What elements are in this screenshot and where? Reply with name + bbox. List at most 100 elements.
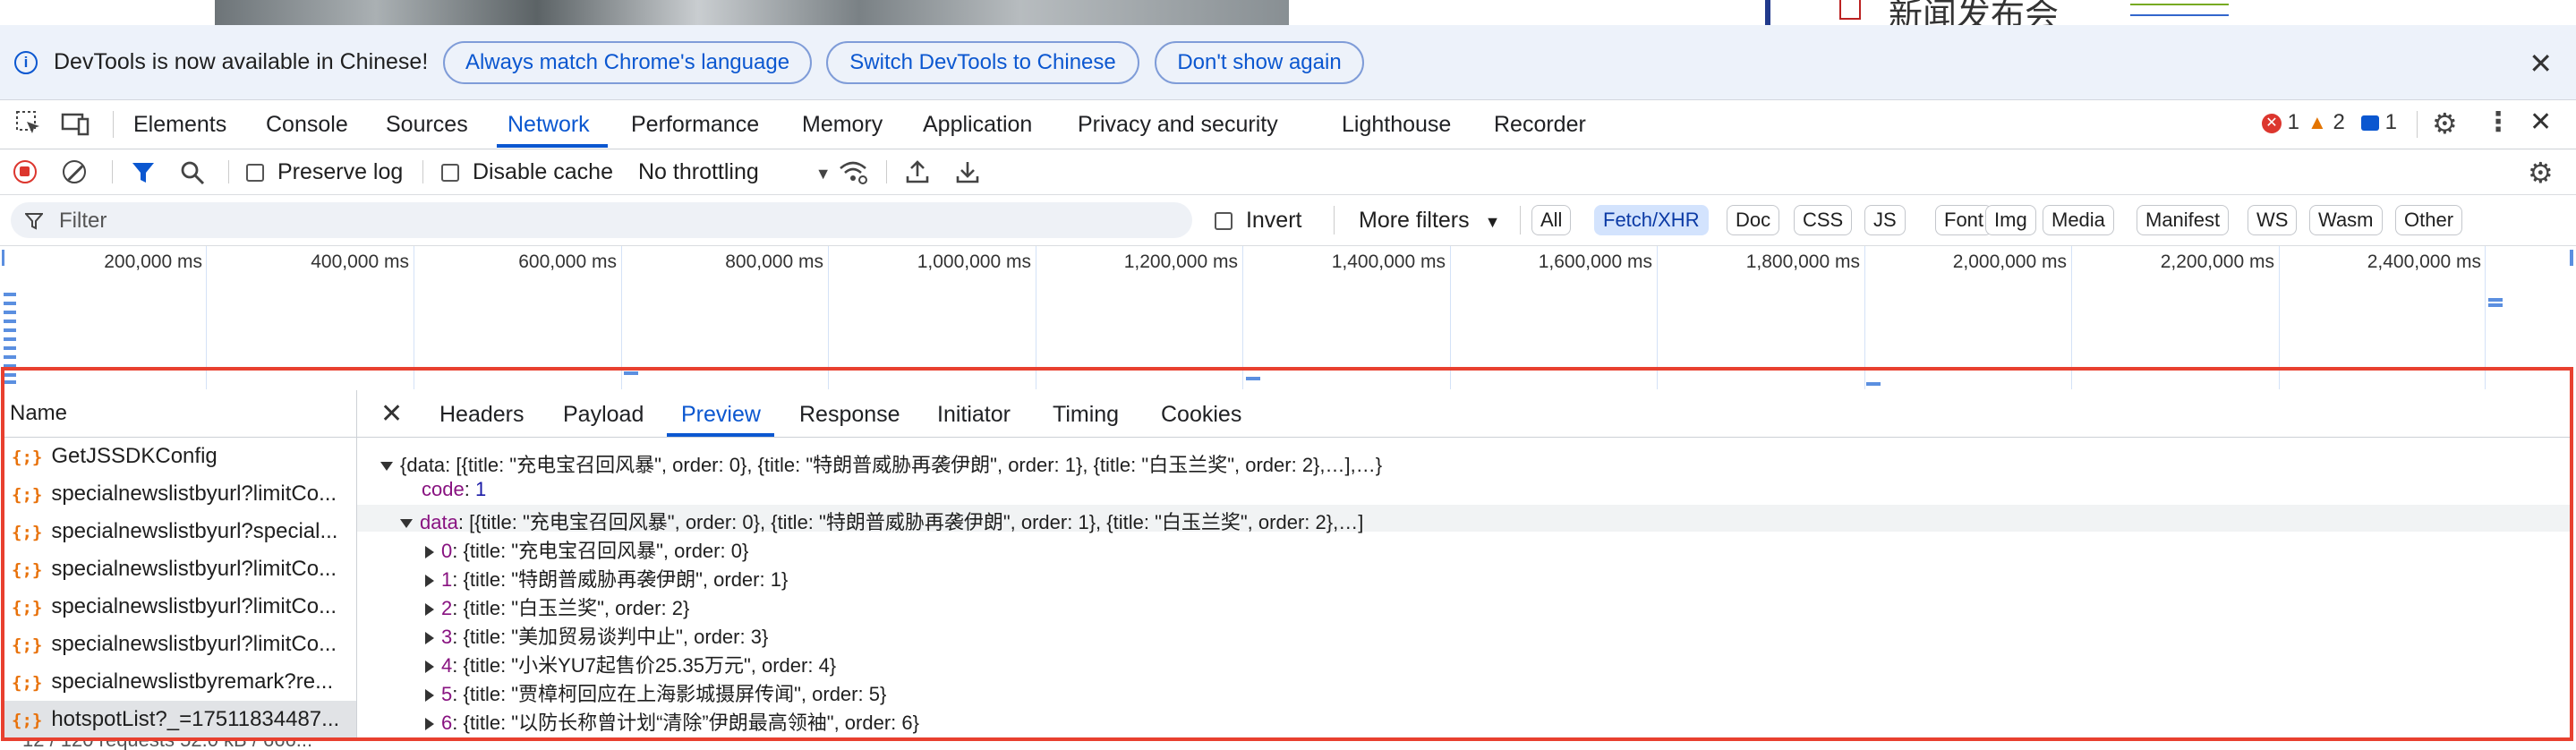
type-chip-wasm[interactable]: Wasm [2309,205,2383,235]
inspect-element-icon[interactable] [14,109,43,138]
tab-network[interactable]: Network [508,112,590,138]
type-chip-manifest[interactable]: Manifest [2137,205,2230,235]
tab-cookies[interactable]: Cookies [1161,402,1241,428]
tab-timing[interactable]: Timing [1053,402,1119,428]
tab-application[interactable]: Application [923,112,1032,138]
expand-triangle-icon[interactable] [425,575,434,588]
tab-memory[interactable]: Memory [802,112,883,138]
expand-triangle-icon[interactable] [425,718,434,731]
json-root[interactable]: {data: [{title: "充电宝召回风暴", order: 0}, {t… [380,449,1382,478]
timeline-tick: 1,000,000 ms [917,251,1031,272]
filter-funnel-icon[interactable] [131,160,156,185]
json-array-item[interactable]: 4: {title: "小米YU7起售价25.35万元", order: 4} [425,650,836,678]
tab-lighthouse[interactable]: Lighthouse [1342,112,1451,138]
type-chip-media[interactable]: Media [2043,205,2114,235]
xhr-icon: {;} [12,560,43,580]
expand-triangle-icon[interactable] [425,632,434,645]
record-stop-icon[interactable] [13,160,37,183]
json-array-item[interactable]: 5: {title: "贾樟柯回应在上海影城摄屏传闻", order: 5} [425,678,886,707]
type-chip-font[interactable]: Font [1935,205,1993,235]
collapse-triangle-icon[interactable] [400,519,413,529]
tab-headers[interactable]: Headers [439,402,525,428]
request-row[interactable]: {;} specialnewslistbyurl?limitCo... [4,475,356,513]
more-filters-dropdown[interactable]: More filters ▼ [1359,208,1500,234]
device-toolbar-icon[interactable] [61,109,90,138]
warning-counter[interactable]: ▲ 2 [2307,110,2345,135]
request-row[interactable]: {;} specialnewslistbyremark?re... [4,663,356,701]
type-chip-all[interactable]: All [1531,205,1572,235]
disable-cache-checkbox[interactable]: Disable cache [441,159,613,185]
collapse-triangle-icon[interactable] [380,462,393,472]
page-content-strip: 新闻发布会 [0,0,2576,25]
type-chip-doc[interactable]: Doc [1727,205,1780,235]
xhr-icon: {;} [12,447,43,467]
tab-sources[interactable]: Sources [386,112,468,138]
infobar-close-icon[interactable]: ✕ [2529,47,2553,81]
tab-initiator[interactable]: Initiator [937,402,1011,428]
json-array-item[interactable]: 3: {title: "美加贸易谈判中止", order: 3} [425,621,768,650]
expand-triangle-icon[interactable] [425,603,434,617]
switch-to-chinese-button[interactable]: Switch DevTools to Chinese [826,41,1139,84]
invert-checkbox[interactable]: Invert [1215,208,1301,234]
message-counter[interactable]: 1 [2361,110,2397,135]
checkbox-box[interactable] [1215,212,1233,231]
json-array-item[interactable]: 0: {title: "充电宝召回风暴", order: 0} [425,535,748,564]
request-row-selected[interactable]: {;} hotspotList?_=17511834487... [4,701,356,738]
export-har-download-icon[interactable] [954,158,981,185]
close-devtools-icon[interactable]: ✕ [2529,107,2552,138]
tab-preview[interactable]: Preview [681,402,761,428]
json-value: {title: "充电宝召回风暴", order: 0} [463,540,749,562]
search-icon[interactable] [179,159,206,186]
type-chip-js[interactable]: JS [1864,205,1906,235]
filter-input[interactable]: Filter [11,202,1192,238]
request-row[interactable]: {;} specialnewslistbyurl?limitCo... [4,588,356,626]
request-row[interactable]: {;} specialnewslistbyurl?limitCo... [4,626,356,663]
throttling-select[interactable]: No throttling ▼ [638,159,832,185]
json-array-item[interactable]: 6: {title: "以防长称曾计划“清除”伊朗最高领袖", order: 6… [425,707,919,736]
import-har-upload-icon[interactable] [904,158,931,185]
tab-response[interactable]: Response [799,402,900,428]
always-match-language-button[interactable]: Always match Chrome's language [443,41,812,84]
close-detail-icon[interactable]: ✕ [380,398,403,430]
name-column-header[interactable]: Name [4,390,356,438]
type-chip-other[interactable]: Other [2395,205,2463,235]
request-row[interactable]: {;} specialnewslistbyurl?special... [4,513,356,550]
network-overview-timeline[interactable]: 200,000 ms 400,000 ms 600,000 ms 800,000… [0,246,2576,389]
type-chip-fetch-xhr[interactable]: Fetch/XHR [1594,205,1709,235]
preserve-log-checkbox[interactable]: Preserve log [246,159,403,185]
tab-console[interactable]: Console [266,112,348,138]
checkbox-box[interactable] [246,164,264,183]
request-row[interactable]: {;} specialnewslistbyurl?limitCo... [4,550,356,588]
more-options-icon[interactable]: ⋮ [2485,107,2512,138]
tab-performance[interactable]: Performance [631,112,759,138]
timeline-handle-left[interactable] [2,250,4,266]
checkbox-box[interactable] [441,164,459,183]
type-chip-css[interactable]: CSS [1794,205,1853,235]
expand-triangle-icon[interactable] [425,546,434,559]
network-settings-gear-icon[interactable]: ⚙ [2528,156,2554,190]
clear-icon[interactable] [63,160,86,183]
network-conditions-wifi-icon[interactable] [838,158,868,185]
timeline-handle-right[interactable] [2570,250,2573,266]
dont-show-again-button[interactable]: Don't show again [1155,41,1364,84]
tab-recorder[interactable]: Recorder [1494,112,1586,138]
request-row[interactable]: {;} GetJSSDKConfig [4,438,356,475]
expand-triangle-icon[interactable] [425,689,434,703]
expand-triangle-icon[interactable] [425,661,434,674]
json-data-line[interactable]: data: [{title: "充电宝召回风暴", order: 0}, {ti… [400,507,1363,535]
tab-elements[interactable]: Elements [133,112,226,138]
tab-payload[interactable]: Payload [563,402,644,428]
divider [886,160,887,183]
divider [2417,111,2418,138]
json-value: {title: "贾樟柯回应在上海影城摄屏传闻", order: 5} [463,683,887,705]
settings-gear-icon[interactable]: ⚙ [2432,107,2458,141]
type-chip-img[interactable]: Img [1985,205,2036,235]
error-counter[interactable]: ✕ 1 [2262,110,2299,135]
json-array-item[interactable]: 2: {title: "白玉兰奖", order: 2} [425,592,689,621]
type-chip-ws[interactable]: WS [2248,205,2298,235]
filter-placeholder: Filter [59,209,107,233]
xhr-icon: {;} [12,635,43,655]
tab-privacy-and-security[interactable]: Privacy and security [1078,112,1278,138]
xhr-icon: {;} [12,485,43,505]
json-array-item[interactable]: 1: {title: "特朗普威胁再袭伊朗", order: 1} [425,564,788,592]
